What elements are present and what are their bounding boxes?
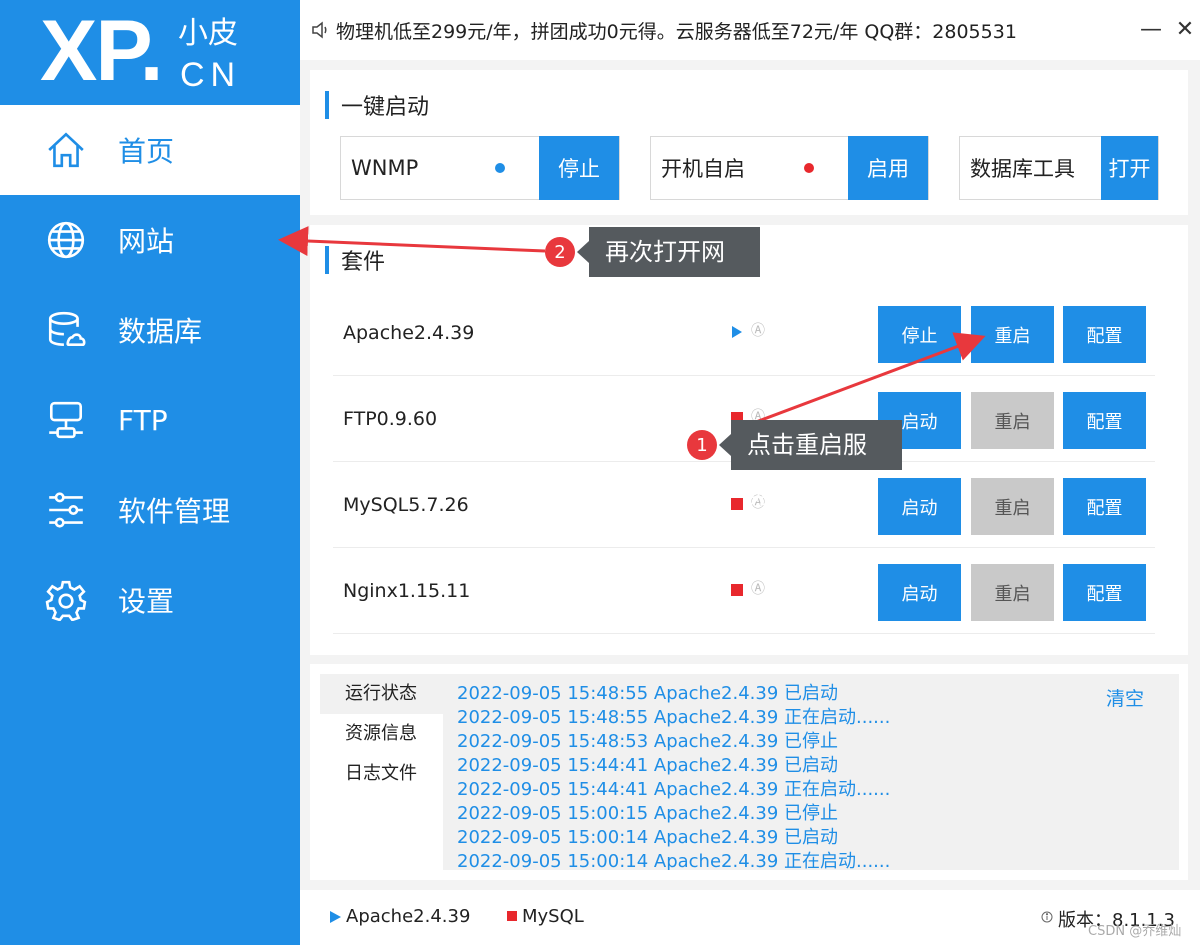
logo-domain: CN [180, 56, 242, 94]
db-tool-label: 数据库工具 [970, 157, 1075, 181]
wnmp-stop-button[interactable]: 停止 [539, 136, 619, 200]
logo-main: XP. [40, 3, 164, 99]
sidebar-item-label: 数据库 [118, 315, 203, 348]
ftp-icon [44, 398, 88, 442]
logo: XP. 小皮 CN [0, 0, 300, 105]
footer-apache-status: Apache2.4.39 [346, 906, 471, 927]
db-tool-open-button[interactable]: 打开 [1101, 136, 1158, 200]
sidebar-item-label: 设置 [118, 585, 175, 618]
sidebar-item-label: 首页 [118, 135, 175, 168]
log-line: 2022-09-05 15:00:14 Apache2.4.39 已启动 [457, 827, 839, 848]
home-icon [44, 128, 88, 172]
restart-button[interactable]: 重启 [971, 564, 1054, 621]
sidebar-item-software[interactable]: 软件管理 [0, 465, 300, 555]
log-output[interactable]: 2022-09-05 15:48:55 Apache2.4.39 已启动 202… [443, 674, 1179, 870]
clear-log-button[interactable]: 清空 [1106, 684, 1144, 711]
restart-button[interactable]: 重启 [971, 478, 1054, 535]
config-button[interactable]: 配置 [1063, 306, 1146, 363]
annotation-callout-2: 再次打开网站 [589, 227, 760, 316]
autostart-status-dot [804, 163, 814, 173]
callout-pointer [719, 434, 731, 456]
sidebar-item-label: 网站 [118, 225, 175, 258]
suite-title: 套件 [325, 244, 385, 276]
config-button[interactable]: 配置 [1063, 392, 1146, 449]
stopped-icon [731, 584, 743, 596]
logo-small: 小皮 [178, 16, 238, 51]
table-row: Nginx1.15.11 Ⓐ 启动 重启 配置 [333, 548, 1155, 634]
restart-button[interactable]: 重启 [971, 306, 1054, 363]
sidebar-item-settings[interactable]: 设置 [0, 555, 300, 645]
restart-button[interactable]: 重启 [971, 392, 1054, 449]
table-row: Apache2.4.39 Ⓐ 停止 重启 配置 [333, 290, 1155, 376]
config-button[interactable]: 配置 [1063, 564, 1146, 621]
log-line: 2022-09-05 15:44:41 Apache2.4.39 正在启动...… [457, 779, 891, 800]
log-line: 2022-09-05 15:48:55 Apache2.4.39 正在启动...… [457, 707, 891, 728]
top-notice-bar: 物理机低至299元/年，拼团成功0元得。云服务器低至72元/年 QQ群：2805… [300, 0, 1200, 60]
log-line: 2022-09-05 15:44:41 Apache2.4.39 已启动 [457, 755, 839, 776]
close-button[interactable]: ✕ [1170, 14, 1200, 44]
autostart-control: 开机自启 启用 [650, 136, 929, 200]
running-icon [330, 911, 341, 923]
wnmp-label: WNMP [351, 156, 419, 180]
status-footer: Apache2.4.39 MySQL 版本：8.1.1.3 CSDN @乔维灿 [300, 890, 1200, 945]
service-name: Nginx1.15.11 [343, 580, 471, 602]
auto-icon[interactable]: Ⓐ [751, 578, 765, 598]
sidebar: XP. 小皮 CN 首页 网站 数据库 FTP 软件管理 设置 [0, 0, 300, 945]
autostart-enable-button[interactable]: 启用 [848, 136, 928, 200]
tab-run-status[interactable]: 运行状态 [320, 674, 443, 714]
annotation-callout-1: 点击重启服务 [731, 420, 902, 509]
tab-log-files[interactable]: 日志文件 [320, 754, 443, 794]
info-icon [1041, 911, 1053, 923]
config-button[interactable]: 配置 [1063, 478, 1146, 535]
running-icon [732, 326, 742, 338]
annotation-badge-1: 1 [687, 430, 717, 460]
globe-icon [44, 218, 88, 262]
auto-icon[interactable]: Ⓐ [751, 320, 765, 340]
log-tabs: 运行状态 资源信息 日志文件 [320, 674, 443, 794]
log-line: 2022-09-05 15:48:53 Apache2.4.39 已停止 [457, 731, 839, 752]
callout-pointer [577, 241, 589, 263]
gear-icon [44, 578, 88, 622]
minimize-button[interactable]: — [1136, 14, 1166, 44]
sliders-icon [44, 488, 88, 532]
database-icon [44, 308, 88, 352]
start-button[interactable]: 启动 [878, 564, 961, 621]
start-button[interactable]: 启动 [878, 478, 961, 535]
stopped-icon [507, 911, 517, 921]
sidebar-item-label: 软件管理 [118, 495, 231, 528]
footer-mysql-status: MySQL [522, 906, 584, 927]
quick-start-title: 一键启动 [325, 89, 429, 121]
sidebar-item-label: FTP [118, 403, 168, 437]
table-row: MySQL5.7.26 Ⓐ 启动 重启 配置 [333, 462, 1155, 548]
service-name: FTP0.9.60 [343, 408, 438, 430]
tab-resource-info[interactable]: 资源信息 [320, 714, 443, 754]
stopped-icon [731, 498, 743, 510]
sidebar-item-website[interactable]: 网站 [0, 195, 300, 285]
log-line: 2022-09-05 15:48:55 Apache2.4.39 已启动 [457, 683, 839, 704]
service-name: Apache2.4.39 [343, 322, 475, 344]
stop-button[interactable]: 停止 [878, 306, 961, 363]
notice-text[interactable]: 物理机低至299元/年，拼团成功0元得。云服务器低至72元/年 QQ群：2805… [336, 17, 1017, 44]
sidebar-item-database[interactable]: 数据库 [0, 285, 300, 375]
wnmp-control: WNMP 停止 [340, 136, 620, 200]
db-tool-control: 数据库工具 打开 [959, 136, 1159, 200]
wnmp-status-dot [495, 163, 505, 173]
service-name: MySQL5.7.26 [343, 494, 469, 516]
sidebar-item-ftp[interactable]: FTP [0, 375, 300, 465]
log-line: 2022-09-05 15:00:15 Apache2.4.39 已停止 [457, 803, 839, 824]
log-line: 2022-09-05 15:00:14 Apache2.4.39 正在启动...… [457, 851, 891, 870]
annotation-badge-2: 2 [545, 237, 575, 267]
speaker-icon [312, 21, 327, 39]
sidebar-item-home[interactable]: 首页 [0, 105, 300, 195]
watermark: CSDN @乔维灿 [1088, 924, 1182, 939]
autostart-label: 开机自启 [661, 157, 745, 181]
